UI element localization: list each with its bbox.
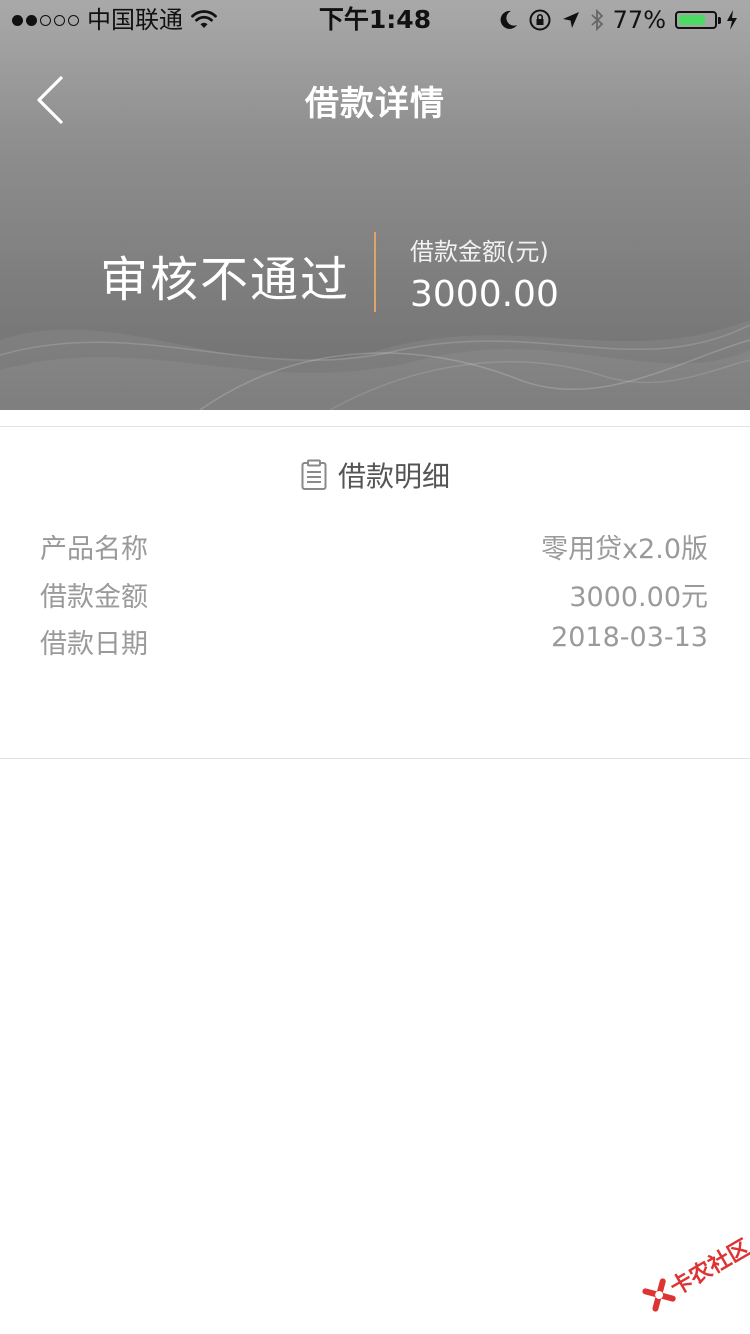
detail-label: 产品名称 — [40, 534, 148, 565]
detail-value: 零用贷x2.0版 — [541, 534, 708, 565]
loan-amount-label: 借款金额(元) — [410, 238, 549, 266]
battery-percent: 77% — [612, 6, 666, 34]
status-bar: 中国联通 下午1:48 77% — [0, 0, 750, 40]
rotation-lock-icon — [529, 9, 551, 31]
summary-divider — [374, 232, 376, 312]
clipboard-icon — [301, 459, 327, 490]
review-status: 审核不通过 — [100, 252, 351, 308]
detail-value: 2018-03-13 — [551, 622, 708, 653]
location-arrow-icon — [562, 12, 579, 28]
page-title: 借款详情 — [305, 84, 445, 124]
section-title: 借款明细 — [337, 460, 450, 493]
charging-bolt-icon — [727, 10, 737, 30]
detail-row-amount: 借款金额 3000.00元 — [40, 575, 708, 614]
status-right: 77% — [499, 0, 738, 40]
battery-level — [679, 15, 706, 25]
detail-row-date: 借款日期 2018-03-13 — [40, 622, 708, 661]
bluetooth-icon — [591, 8, 603, 32]
detail-value: 3000.00元 — [569, 582, 708, 613]
detail-label: 借款金额 — [40, 582, 148, 613]
loan-details-card: 借款明细 产品名称 零用贷x2.0版 借款金额 3000.00元 借款日期 20… — [0, 426, 750, 759]
header-banner: 中国联通 下午1:48 77% 借款详情 审核不通过 借款金额(元) 3000.… — [0, 0, 750, 410]
watermark-text: 卡农社区 — [666, 1235, 750, 1301]
detail-row-product: 产品名称 零用贷x2.0版 — [40, 527, 708, 566]
loan-detail-page: 中国联通 下午1:48 77% 借款详情 审核不通过 借款金额(元) 3000.… — [0, 0, 750, 1334]
moon-icon — [500, 10, 517, 29]
battery-icon — [675, 11, 721, 29]
loan-amount-value: 3000.00 — [410, 274, 559, 315]
detail-label: 借款日期 — [40, 629, 148, 660]
watermark-logo: 卡农社区 — [632, 1224, 750, 1328]
section-header: 借款明细 — [0, 455, 750, 495]
